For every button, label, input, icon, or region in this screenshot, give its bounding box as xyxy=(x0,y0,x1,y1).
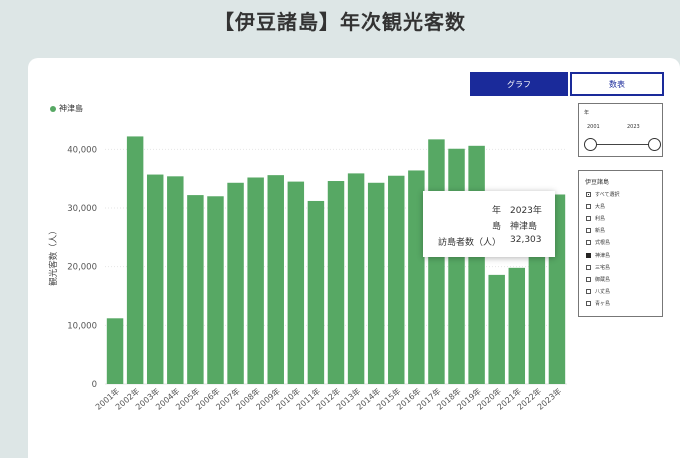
tooltip-key: 年 xyxy=(491,206,501,216)
island-option-label: すべて選択 xyxy=(595,191,620,198)
island-option-label: 八丈島 xyxy=(595,289,611,296)
island-option[interactable]: 大島 xyxy=(586,200,619,212)
tooltip-value: 神津島 xyxy=(510,222,538,232)
island-option[interactable]: 神津島 xyxy=(586,249,619,261)
bar[interactable] xyxy=(327,181,345,384)
chart-legend: 神津島 xyxy=(50,103,83,114)
legend-label: 神津島 xyxy=(59,104,83,113)
tooltip-value: 2023年 xyxy=(510,206,542,216)
checkbox-icon[interactable] xyxy=(586,252,591,258)
bar[interactable] xyxy=(448,148,465,384)
checkbox-icon[interactable] xyxy=(586,215,591,221)
bar[interactable] xyxy=(247,177,264,384)
checkbox-icon[interactable] xyxy=(586,276,591,282)
y-tick-label: 20,000 xyxy=(67,263,97,273)
legend-dot-icon xyxy=(50,105,56,112)
island-list: すべて選択大島利島新島式根島神津島三宅島御蔵島八丈島青ヶ島 xyxy=(586,188,619,310)
bar[interactable] xyxy=(287,181,305,384)
island-option[interactable]: 式根島 xyxy=(586,237,619,249)
year-slicer-label: 年 xyxy=(584,110,590,116)
page-title: 【伊豆諸島】年次観光客数 xyxy=(214,10,466,34)
bar[interactable] xyxy=(528,254,546,384)
island-option[interactable]: 御蔵島 xyxy=(586,273,619,285)
island-option-label: 青ヶ島 xyxy=(595,301,611,308)
table-button[interactable]: 数表 xyxy=(570,72,664,96)
island-option-label: 利島 xyxy=(595,215,606,222)
year-slider-max-handle[interactable] xyxy=(648,138,661,151)
bar[interactable] xyxy=(207,196,224,384)
year-slicer: 年 2001 2023 xyxy=(578,103,663,157)
island-option-label: 新島 xyxy=(595,228,606,235)
bar[interactable] xyxy=(126,136,144,384)
y-tick-label: 30,000 xyxy=(67,204,97,214)
y-tick-label: 0 xyxy=(92,380,97,390)
bar[interactable] xyxy=(307,200,325,384)
bar[interactable] xyxy=(267,175,284,384)
island-option[interactable]: 新島 xyxy=(586,225,619,237)
island-option[interactable]: 八丈島 xyxy=(586,286,619,298)
checkbox-icon[interactable] xyxy=(586,301,591,307)
y-axis-label: 観光客数（人） xyxy=(48,226,59,286)
bar[interactable] xyxy=(106,318,124,384)
bar[interactable] xyxy=(347,173,365,384)
year-slicer-min[interactable]: 2001 xyxy=(587,124,600,130)
island-option-label: 神津島 xyxy=(595,252,611,259)
island-option[interactable]: 青ヶ島 xyxy=(586,298,619,310)
island-option-label: 三宅島 xyxy=(595,264,611,271)
island-option-label: 御蔵島 xyxy=(595,276,611,283)
bar[interactable] xyxy=(508,267,526,384)
island-option[interactable]: 利島 xyxy=(586,212,619,224)
year-slicer-max[interactable]: 2023 xyxy=(627,124,640,130)
island-option[interactable]: すべて選択 xyxy=(586,188,619,200)
island-slicer: 伊豆諸島 すべて選択大島利島新島式根島神津島三宅島御蔵島八丈島青ヶ島 xyxy=(578,170,663,317)
checkbox-icon[interactable] xyxy=(586,289,591,295)
checkbox-icon[interactable] xyxy=(586,240,591,246)
bar[interactable] xyxy=(468,145,485,384)
island-option[interactable]: 三宅島 xyxy=(586,261,619,273)
y-tick-label: 40,000 xyxy=(67,145,97,155)
island-option-label: 式根島 xyxy=(595,240,611,247)
island-option-label: 大島 xyxy=(595,203,606,210)
graph-button[interactable]: グラフ xyxy=(470,72,568,96)
tooltip-row-island: 島 神津島 xyxy=(423,219,555,233)
bar[interactable] xyxy=(187,195,204,384)
bar[interactable] xyxy=(367,182,385,384)
checkbox-icon[interactable] xyxy=(586,191,591,197)
bar[interactable] xyxy=(428,139,445,384)
checkbox-icon[interactable] xyxy=(586,264,591,270)
chart-tooltip: 年 2023年 島 神津島 訪島者数（人） 32,303 xyxy=(423,191,555,257)
tooltip-value: 32,303 xyxy=(510,235,542,245)
year-slider-track[interactable] xyxy=(591,144,655,145)
bar-chart: 010,00020,00030,00040,000観光客数（人）2001年200… xyxy=(48,136,567,412)
bar[interactable] xyxy=(388,175,405,384)
tooltip-row-visitors: 訪島者数（人） 32,303 xyxy=(423,235,555,249)
checkbox-icon[interactable] xyxy=(586,228,591,234)
year-slider-min-handle[interactable] xyxy=(584,138,597,151)
checkbox-icon[interactable] xyxy=(586,203,591,209)
y-tick-label: 10,000 xyxy=(67,321,97,331)
tooltip-key: 島 xyxy=(491,222,501,232)
island-slicer-title: 伊豆諸島 xyxy=(585,179,610,186)
tooltip-key: 訪島者数（人） xyxy=(437,238,501,248)
bar[interactable] xyxy=(488,274,505,384)
bar[interactable] xyxy=(167,176,184,384)
tooltip-row-year: 年 2023年 xyxy=(423,203,555,217)
bar[interactable] xyxy=(227,182,244,384)
bar[interactable] xyxy=(146,174,164,384)
